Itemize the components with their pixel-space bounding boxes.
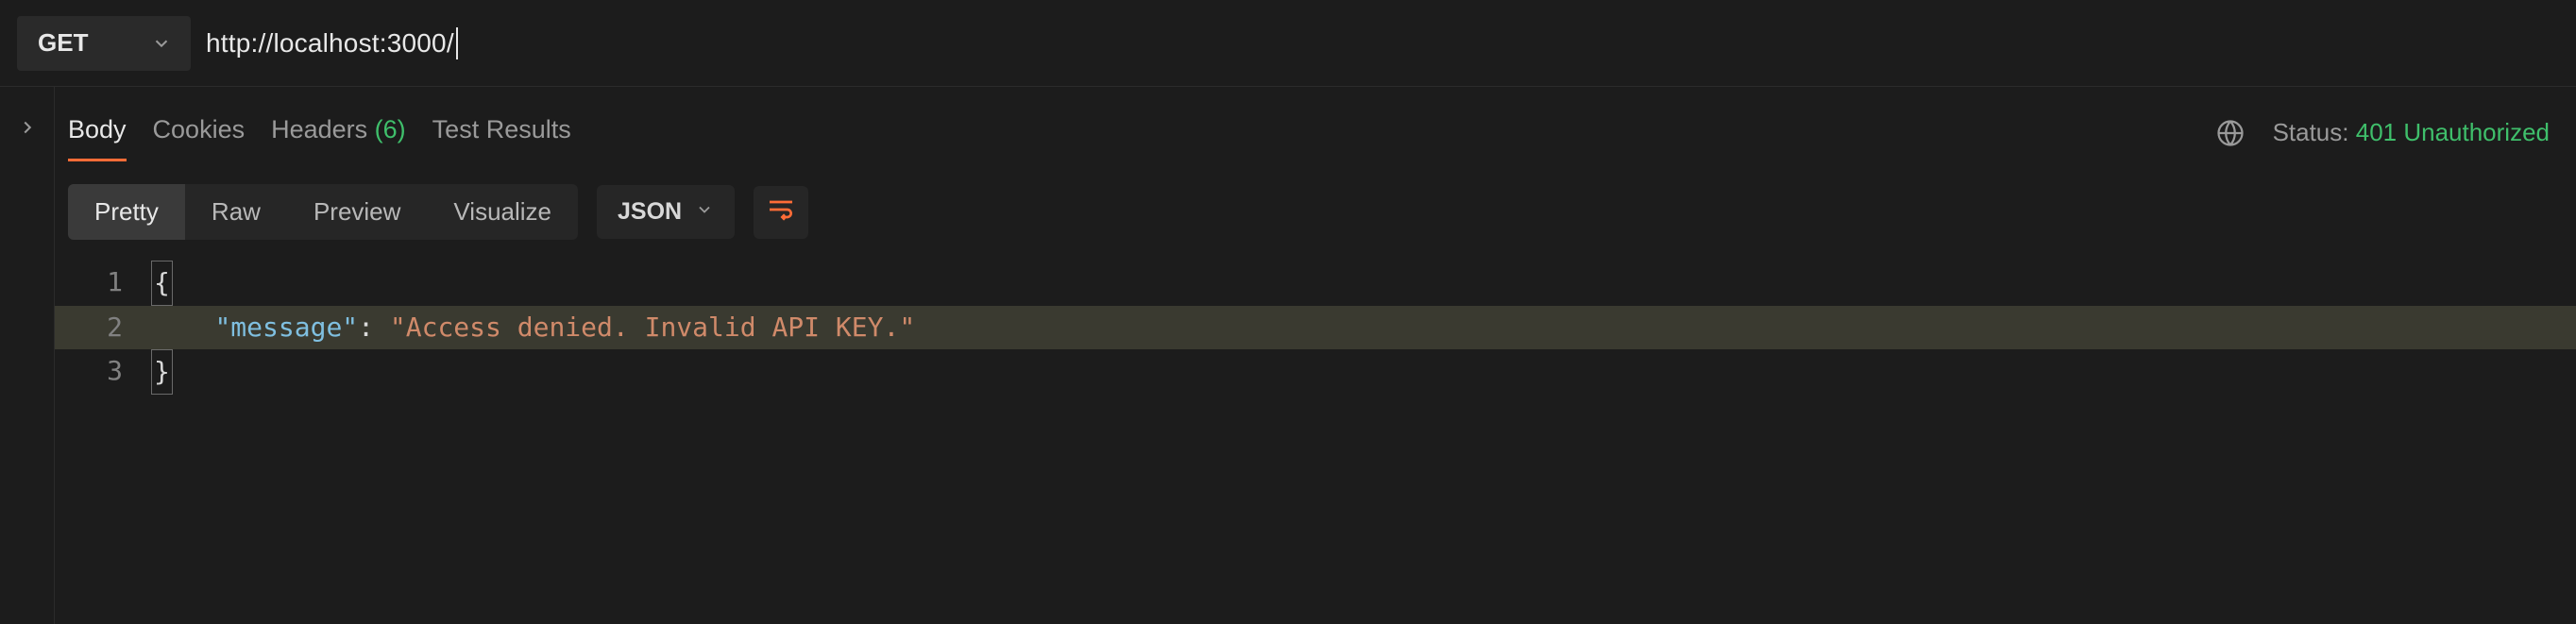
response-tabs-row: Body Cookies Headers (6) Test Results bbox=[55, 87, 2576, 161]
http-method-select[interactable]: GET bbox=[17, 16, 191, 71]
wrap-icon bbox=[766, 194, 796, 229]
view-mode-segmented: Pretty Raw Preview Visualize bbox=[68, 184, 578, 240]
globe-icon[interactable] bbox=[2216, 119, 2245, 147]
view-mode-pretty[interactable]: Pretty bbox=[68, 184, 185, 240]
response-status-area: Status: 401 Unauthorized bbox=[2216, 118, 2550, 147]
wrap-lines-button[interactable] bbox=[754, 186, 808, 239]
request-bar: GET http://localhost:3000/ bbox=[0, 0, 2576, 87]
response-panel: Body Cookies Headers (6) Test Results bbox=[0, 87, 2576, 624]
panel-collapse-gutter[interactable] bbox=[0, 87, 55, 624]
text-caret bbox=[456, 27, 458, 59]
code-line: 2 "message": "Access denied. Invalid API… bbox=[55, 306, 2576, 349]
chevron-right-icon bbox=[17, 117, 38, 624]
json-string: "Access denied. Invalid API KEY." bbox=[390, 312, 915, 343]
view-mode-raw[interactable]: Raw bbox=[185, 184, 287, 240]
code-content: } bbox=[147, 349, 2576, 395]
tab-headers[interactable]: Headers (6) bbox=[271, 104, 406, 161]
code-line: 3 } bbox=[55, 349, 2576, 395]
response-tabs: Body Cookies Headers (6) Test Results bbox=[68, 104, 571, 161]
body-format-select[interactable]: JSON bbox=[597, 185, 735, 239]
brace-close: } bbox=[151, 349, 173, 395]
tab-body[interactable]: Body bbox=[68, 104, 127, 161]
tab-cookies[interactable]: Cookies bbox=[153, 104, 246, 161]
chevron-down-icon bbox=[151, 33, 172, 54]
request-url-text: http://localhost:3000/ bbox=[206, 28, 454, 59]
json-key: "message" bbox=[214, 312, 358, 343]
code-content: { bbox=[147, 261, 2576, 306]
chevron-down-icon bbox=[695, 198, 714, 226]
response-body-code[interactable]: 1 { 2 "message": "Access denied. Invalid… bbox=[55, 261, 2576, 395]
status-text: Status: 401 Unauthorized bbox=[2273, 118, 2550, 147]
line-number: 1 bbox=[55, 261, 147, 306]
view-mode-preview[interactable]: Preview bbox=[287, 184, 427, 240]
response-main: Body Cookies Headers (6) Test Results bbox=[55, 87, 2576, 624]
status-value: 401 Unauthorized bbox=[2356, 118, 2550, 146]
tab-headers-label: Headers bbox=[271, 115, 367, 143]
request-url-input[interactable]: http://localhost:3000/ bbox=[206, 16, 2559, 71]
headers-count: (6) bbox=[375, 115, 406, 143]
code-line: 1 { bbox=[55, 261, 2576, 306]
line-number: 2 bbox=[55, 306, 147, 349]
code-content: "message": "Access denied. Invalid API K… bbox=[147, 306, 2576, 349]
status-label: Status: bbox=[2273, 118, 2349, 146]
tab-test-results[interactable]: Test Results bbox=[432, 104, 571, 161]
http-method-label: GET bbox=[38, 28, 88, 58]
brace-open: { bbox=[151, 261, 173, 306]
line-number: 3 bbox=[55, 349, 147, 395]
view-mode-visualize[interactable]: Visualize bbox=[427, 184, 578, 240]
view-modes-row: Pretty Raw Preview Visualize JSON bbox=[55, 161, 2576, 261]
body-format-label: JSON bbox=[618, 198, 682, 226]
